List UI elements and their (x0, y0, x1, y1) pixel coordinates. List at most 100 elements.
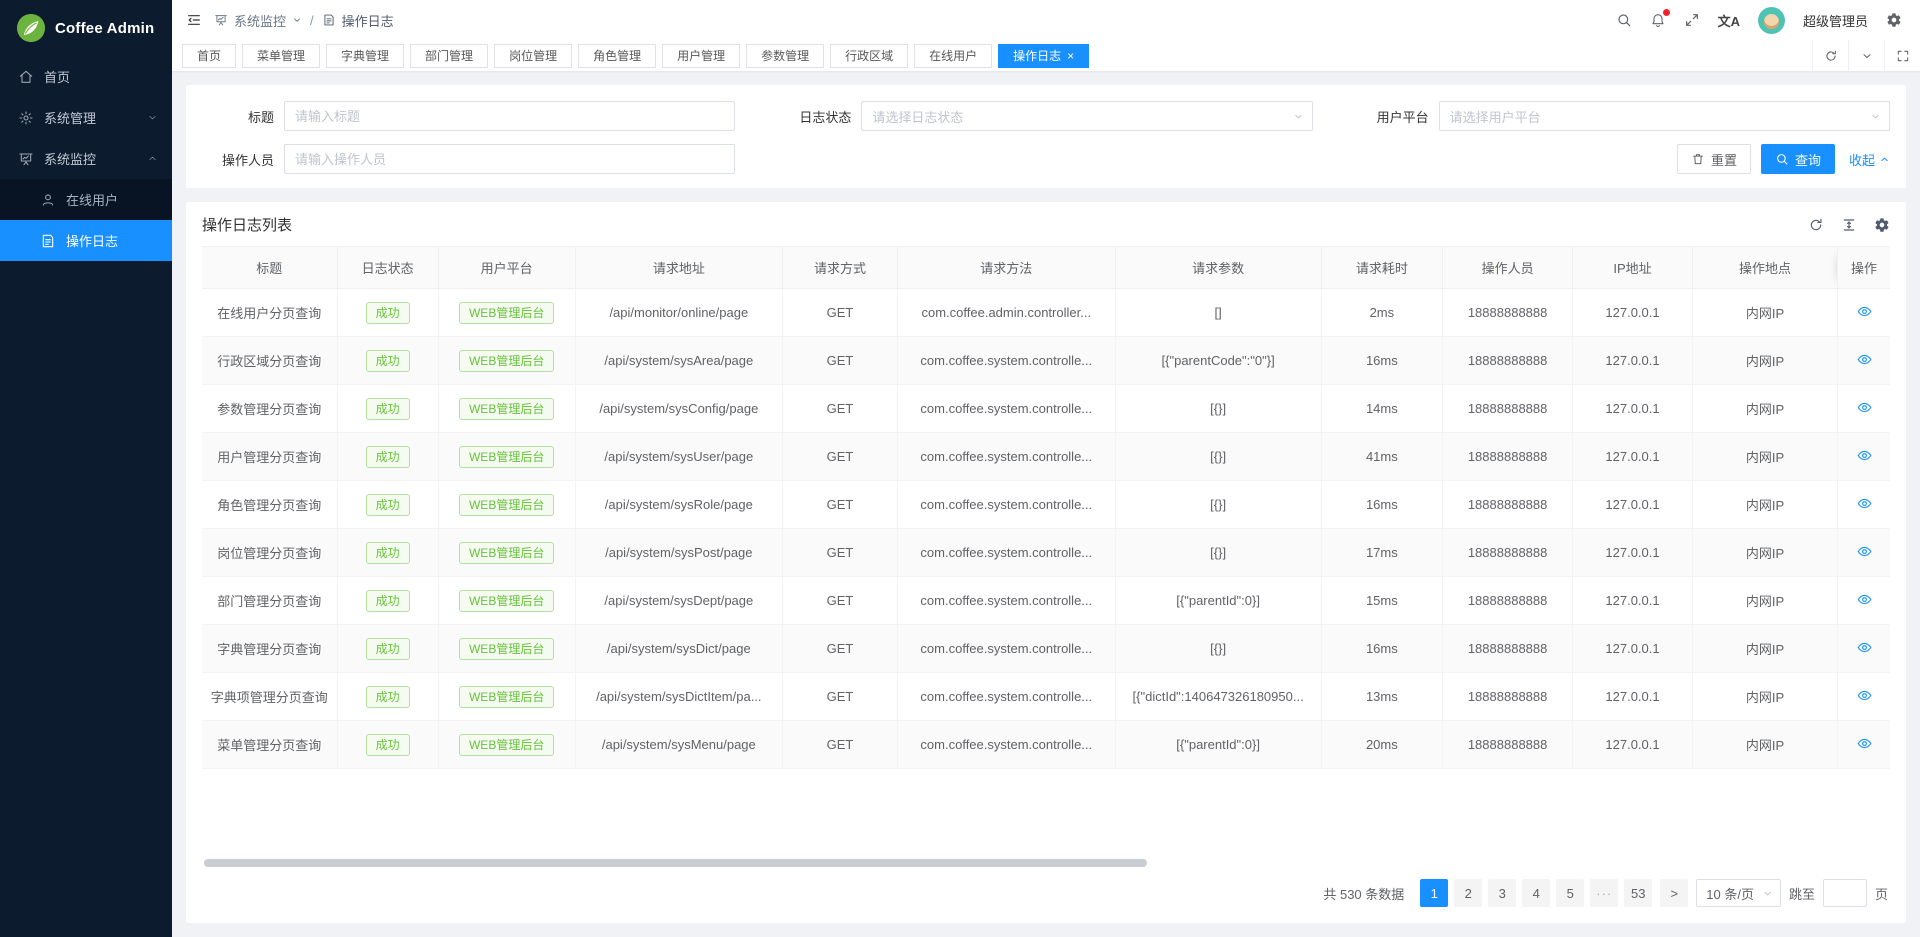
column-header: 操作 (1838, 247, 1890, 289)
home-icon (18, 69, 34, 85)
refresh-icon[interactable] (1808, 217, 1824, 233)
cell-url: /api/system/sysDict/page (575, 625, 783, 673)
table-row: 在线用户分页查询成功WEB管理后台/api/monitor/online/pag… (202, 289, 1890, 337)
user-avatar[interactable] (1758, 7, 1785, 34)
close-icon[interactable]: × (1067, 50, 1074, 62)
tab-菜单管理[interactable]: 菜单管理 (242, 44, 320, 68)
page-button-5[interactable]: 5 (1556, 879, 1584, 907)
cell-duration: 16ms (1321, 337, 1443, 385)
tab-参数管理[interactable]: 参数管理 (746, 44, 824, 68)
eye-icon (1857, 688, 1872, 703)
platform-badge: WEB管理后台 (459, 590, 554, 612)
tabbar: 首页菜单管理字典管理部门管理 岗位管理 角色管理用户管理参数管理行政区域在线用户操作… (172, 40, 1920, 71)
tab-字典管理[interactable]: 字典管理 (326, 44, 404, 68)
tab-操作日志[interactable]: 操作日志× (998, 44, 1089, 68)
sidebar-item-home[interactable]: 首页 (0, 56, 172, 97)
tab-行政区域[interactable]: 行政区域 (830, 44, 908, 68)
view-detail-button[interactable] (1838, 625, 1890, 673)
cell-duration: 13ms (1321, 673, 1443, 721)
maximize-icon[interactable] (1884, 40, 1920, 71)
page-button-4[interactable]: 4 (1522, 879, 1550, 907)
breadcrumb-section[interactable]: 系统监控 (214, 11, 302, 30)
search-icon (1775, 152, 1789, 166)
pagination-ellipsis[interactable]: ··· (1590, 879, 1618, 907)
refresh-icon[interactable] (1812, 40, 1848, 71)
next-page-button[interactable]: > (1660, 879, 1688, 907)
view-detail-button[interactable] (1838, 337, 1890, 385)
page-size-select[interactable]: 10 条/页 (1696, 879, 1781, 907)
operator-input[interactable] (284, 144, 735, 174)
table-row: 字典管理分页查询成功WEB管理后台/api/system/sysDict/pag… (202, 625, 1890, 673)
scrollbar-thumb[interactable] (204, 859, 1147, 867)
tab-label: 岗位管理 (509, 47, 557, 64)
cell-status: 成功 (337, 289, 438, 337)
eye-icon (1857, 448, 1872, 463)
jump-page-input[interactable] (1823, 879, 1867, 907)
collapse-filter-link[interactable]: 收起 (1849, 150, 1890, 169)
app-logo[interactable]: Coffee Admin (0, 0, 172, 56)
page-button-1[interactable]: 1 (1420, 879, 1448, 907)
cell-title: 菜单管理分页查询 (202, 721, 337, 769)
tab-岗位管理[interactable]: 岗位管理 (494, 44, 572, 68)
sidebar-item-operation-log[interactable]: 操作日志 (0, 220, 172, 261)
column-header: 请求耗时 (1321, 247, 1443, 289)
tab-在线用户[interactable]: 在线用户 (914, 44, 992, 68)
column-header: 请求方法 (897, 247, 1115, 289)
cell-location: 内网IP (1692, 337, 1837, 385)
username[interactable]: 超级管理员 (1803, 11, 1868, 30)
view-detail-button[interactable] (1838, 529, 1890, 577)
search-button[interactable]: 查询 (1761, 144, 1835, 174)
tab-用户管理[interactable]: 用户管理 (662, 44, 740, 68)
page-button-53[interactable]: 53 (1624, 879, 1652, 907)
log-status-field-label: 日志状态 (779, 107, 861, 126)
platform-badge: WEB管理后台 (459, 542, 554, 564)
reset-button[interactable]: 重置 (1677, 144, 1751, 174)
monitor-icon (214, 13, 228, 27)
cell-title: 字典管理分页查询 (202, 625, 337, 673)
table-row: 菜单管理分页查询成功WEB管理后台/api/system/sysMenu/pag… (202, 721, 1890, 769)
tab-首页[interactable]: 首页 (182, 44, 236, 68)
sidebar-item-online-users[interactable]: 在线用户 (0, 179, 172, 220)
notification-bell-icon[interactable] (1650, 12, 1666, 28)
cell-duration: 16ms (1321, 481, 1443, 529)
cell-platform: WEB管理后台 (438, 385, 575, 433)
language-icon[interactable]: 文A (1718, 11, 1740, 30)
sidebar-item-system-management[interactable]: 系统管理 (0, 97, 172, 138)
view-detail-button[interactable] (1838, 481, 1890, 529)
sidebar-item-system-monitor[interactable]: 系统监控 (0, 138, 172, 179)
tab-角色管理[interactable]: 角色管理 (578, 44, 656, 68)
title-input[interactable] (284, 101, 735, 131)
page-button-2[interactable]: 2 (1454, 879, 1482, 907)
view-detail-button[interactable] (1838, 385, 1890, 433)
settings-gear-icon[interactable] (1886, 12, 1902, 28)
fullscreen-icon[interactable] (1684, 12, 1700, 28)
column-settings-gear-icon[interactable] (1874, 217, 1890, 233)
cell-location: 内网IP (1692, 721, 1837, 769)
cell-params: [{"parentId":0}] (1115, 721, 1321, 769)
view-detail-button[interactable] (1838, 577, 1890, 625)
chevron-down-icon (1870, 111, 1881, 122)
platform-select[interactable]: 请选择用户平台 (1439, 101, 1890, 131)
sidebar-menu: 首页系统管理系统监控在线用户操作日志 (0, 56, 172, 261)
tab-menu-chevron-icon[interactable] (1848, 40, 1884, 71)
cell-method: GET (783, 385, 898, 433)
platform-badge: WEB管理后台 (459, 350, 554, 372)
cell-platform: WEB管理后台 (438, 289, 575, 337)
view-detail-button[interactable] (1838, 721, 1890, 769)
cell-duration: 16ms (1321, 625, 1443, 673)
search-icon[interactable] (1616, 12, 1632, 28)
sidebar-submenu: 在线用户操作日志 (0, 179, 172, 261)
cell-location: 内网IP (1692, 625, 1837, 673)
cell-handler: com.coffee.system.controlle... (897, 577, 1115, 625)
sidebar-collapse-icon[interactable] (186, 12, 202, 28)
table-row: 参数管理分页查询成功WEB管理后台/api/system/sysConfig/p… (202, 385, 1890, 433)
view-detail-button[interactable] (1838, 289, 1890, 337)
density-icon[interactable] (1841, 217, 1857, 233)
log-status-select[interactable]: 请选择日志状态 (861, 101, 1312, 131)
page-button-3[interactable]: 3 (1488, 879, 1516, 907)
cell-location: 内网IP (1692, 529, 1837, 577)
view-detail-button[interactable] (1838, 673, 1890, 721)
view-detail-button[interactable] (1838, 433, 1890, 481)
tab-部门管理[interactable]: 部门管理 (410, 44, 488, 68)
cell-params: [{}] (1115, 481, 1321, 529)
